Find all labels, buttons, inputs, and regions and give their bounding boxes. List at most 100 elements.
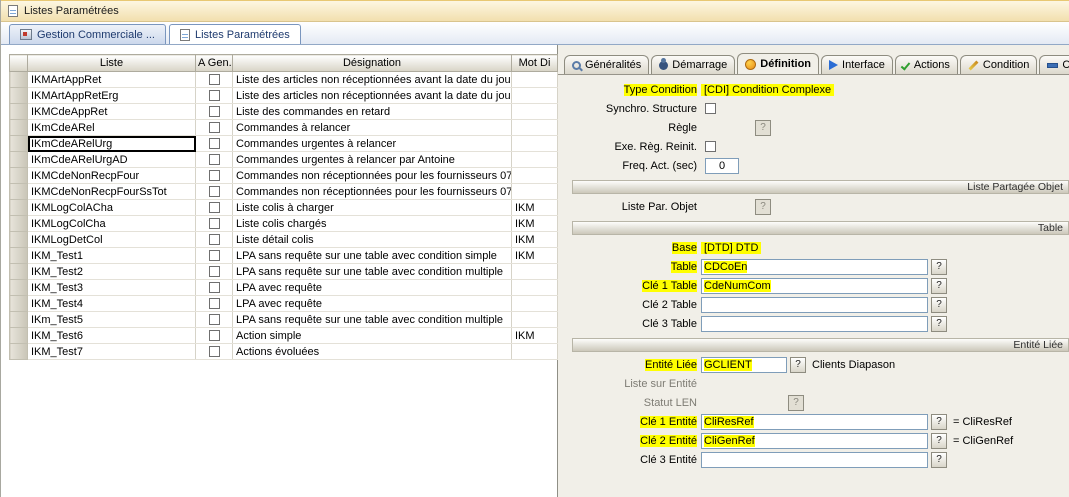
row-selector-cell[interactable]: [10, 312, 28, 328]
row-selector-cell[interactable]: [10, 168, 28, 184]
cle3-entite-help-button[interactable]: ?: [931, 452, 947, 468]
cle2-entite-input[interactable]: CliGenRef: [701, 433, 928, 449]
column-header-a-gen[interactable]: A Gen.: [196, 55, 233, 72]
row-selector-cell[interactable]: [10, 200, 28, 216]
cle1-table-help-button[interactable]: ?: [931, 278, 947, 294]
table-help-button[interactable]: ?: [931, 259, 947, 275]
a-gen-checkbox[interactable]: [209, 298, 220, 309]
table-row[interactable]: IKMCdeAppRetListe des commandes en retar…: [10, 104, 558, 120]
freq-act-input[interactable]: [705, 158, 739, 174]
table-row[interactable]: IKMArtAppRetListe des articles non récep…: [10, 72, 558, 88]
liste-cell[interactable]: IKm_Test5: [28, 312, 196, 328]
liste-cell[interactable]: IKMArtAppRetErg: [28, 88, 196, 104]
liste-cell[interactable]: IKM_Test6: [28, 328, 196, 344]
table-row[interactable]: IKmCdeARelUrgADCommandes urgentes à rela…: [10, 152, 558, 168]
liste-cell[interactable]: IKmCdeARel: [28, 120, 196, 136]
window-tab-gestion-commerciale[interactable]: Gestion Commerciale ...: [9, 24, 166, 44]
table-row[interactable]: IKM_Test1LPA sans requête sur une table …: [10, 248, 558, 264]
tab-condi[interactable]: Condi: [1039, 55, 1069, 74]
a-gen-checkbox[interactable]: [209, 330, 220, 341]
column-header-mot[interactable]: Mot Di: [512, 55, 558, 72]
row-selector-cell[interactable]: [10, 344, 28, 360]
a-gen-checkbox[interactable]: [209, 122, 220, 133]
statut-len-help-button[interactable]: ?: [788, 395, 804, 411]
liste-cell[interactable]: IKMCdeNonRecpFour: [28, 168, 196, 184]
row-selector-cell[interactable]: [10, 248, 28, 264]
tab-actions[interactable]: Actions: [895, 55, 958, 74]
tab-interface[interactable]: Interface: [821, 55, 893, 74]
tab-condition[interactable]: Condition: [960, 55, 1037, 74]
cle1-entite-help-button[interactable]: ?: [931, 414, 947, 430]
row-selector-cell[interactable]: [10, 280, 28, 296]
row-selector-cell[interactable]: [10, 104, 28, 120]
a-gen-checkbox[interactable]: [209, 106, 220, 117]
a-gen-checkbox[interactable]: [209, 282, 220, 293]
a-gen-checkbox[interactable]: [209, 154, 220, 165]
table-row[interactable]: IKm_Test5LPA sans requête sur une table …: [10, 312, 558, 328]
a-gen-checkbox[interactable]: [209, 186, 220, 197]
table-input[interactable]: CDCoEn: [701, 259, 928, 275]
row-selector-cell[interactable]: [10, 152, 28, 168]
a-gen-checkbox[interactable]: [209, 74, 220, 85]
cle2-entite-help-button[interactable]: ?: [931, 433, 947, 449]
table-row[interactable]: IKMCdeNonRecpFourSsTotCommandes non réce…: [10, 184, 558, 200]
row-selector-cell[interactable]: [10, 296, 28, 312]
liste-cell[interactable]: IKMLogDetCol: [28, 232, 196, 248]
liste-cell[interactable]: IKMArtAppRet: [28, 72, 196, 88]
liste-cell[interactable]: IKmCdeARelUrgAD: [28, 152, 196, 168]
table-row[interactable]: IKM_Test2LPA sans requête sur une table …: [10, 264, 558, 280]
table-row[interactable]: IKMLogColChaListe colis chargésIKM: [10, 216, 558, 232]
window-tab-listes-parametrees[interactable]: Listes Paramétrées: [169, 24, 301, 44]
liste-cell[interactable]: IKMCdeAppRet: [28, 104, 196, 120]
exe-reg-reinit-checkbox[interactable]: [705, 141, 716, 152]
table-row[interactable]: IKM_Test6Action simpleIKM: [10, 328, 558, 344]
column-header-designation[interactable]: Désignation: [233, 55, 512, 72]
cle3-entite-input[interactable]: [701, 452, 928, 468]
a-gen-checkbox[interactable]: [209, 250, 220, 261]
liste-par-objet-help-button[interactable]: ?: [755, 199, 771, 215]
liste-cell[interactable]: IKM_Test2: [28, 264, 196, 280]
a-gen-checkbox[interactable]: [209, 218, 220, 229]
a-gen-checkbox[interactable]: [209, 314, 220, 325]
table-row[interactable]: IKM_Test4LPA avec requête: [10, 296, 558, 312]
row-selector-cell[interactable]: [10, 184, 28, 200]
row-selector-cell[interactable]: [10, 136, 28, 152]
table-row[interactable]: IKMLogDetColListe détail colisIKM: [10, 232, 558, 248]
a-gen-checkbox[interactable]: [209, 266, 220, 277]
table-row[interactable]: IKMLogColAChaListe colis à chargerIKM: [10, 200, 558, 216]
row-selector-cell[interactable]: [10, 88, 28, 104]
table-row[interactable]: IKmCdeARelCommandes à relancer: [10, 120, 558, 136]
tab-demarrage[interactable]: Démarrage: [651, 55, 735, 74]
a-gen-checkbox[interactable]: [209, 90, 220, 101]
row-selector-cell[interactable]: [10, 232, 28, 248]
tab-generalites[interactable]: Généralités: [564, 55, 649, 74]
cle1-table-input[interactable]: CdeNumCom: [701, 278, 928, 294]
liste-cell[interactable]: IKM_Test4: [28, 296, 196, 312]
table-row[interactable]: IKM_Test3LPA avec requête: [10, 280, 558, 296]
liste-cell[interactable]: IKM_Test3: [28, 280, 196, 296]
liste-cell[interactable]: IKM_Test1: [28, 248, 196, 264]
table-row[interactable]: IKMCdeNonRecpFourCommandes non réception…: [10, 168, 558, 184]
liste-cell[interactable]: IKMLogColCha: [28, 216, 196, 232]
column-header-liste[interactable]: Liste: [28, 55, 196, 72]
tab-definition[interactable]: Définition: [737, 53, 819, 74]
cle1-entite-input[interactable]: CliResRef: [701, 414, 928, 430]
cle2-table-input[interactable]: [701, 297, 928, 313]
liste-cell[interactable]: IKMLogColACha: [28, 200, 196, 216]
liste-cell[interactable]: IKMCdeNonRecpFourSsTot: [28, 184, 196, 200]
synchro-structure-checkbox[interactable]: [705, 103, 716, 114]
a-gen-checkbox[interactable]: [209, 202, 220, 213]
entite-liee-help-button[interactable]: ?: [790, 357, 806, 373]
liste-cell[interactable]: IKmCdeARelUrg: [28, 136, 196, 152]
a-gen-checkbox[interactable]: [209, 170, 220, 181]
row-selector-cell[interactable]: [10, 72, 28, 88]
a-gen-checkbox[interactable]: [209, 346, 220, 357]
row-selector-cell[interactable]: [10, 216, 28, 232]
row-selector-cell[interactable]: [10, 264, 28, 280]
cle3-table-input[interactable]: [701, 316, 928, 332]
row-selector-cell[interactable]: [10, 328, 28, 344]
cle2-table-help-button[interactable]: ?: [931, 297, 947, 313]
table-row[interactable]: IKM_Test7Actions évoluées: [10, 344, 558, 360]
table-row[interactable]: IKmCdeARelUrgCommandes urgentes à relanc…: [10, 136, 558, 152]
cle3-table-help-button[interactable]: ?: [931, 316, 947, 332]
